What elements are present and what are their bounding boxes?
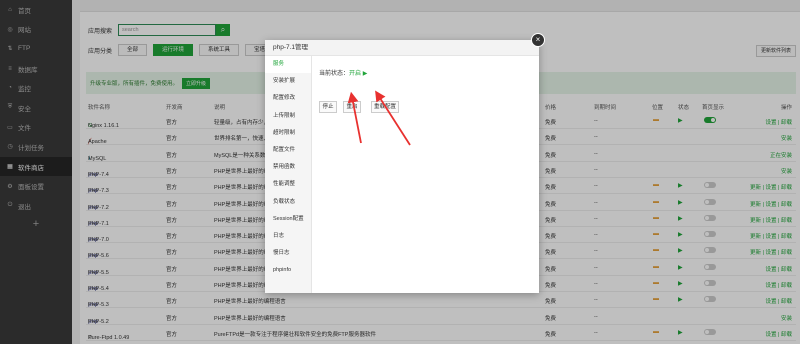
annotation-arrow-restart [347, 91, 362, 144]
annotation-arrow-reload [375, 90, 411, 146]
annotation-arrows [347, 90, 411, 146]
